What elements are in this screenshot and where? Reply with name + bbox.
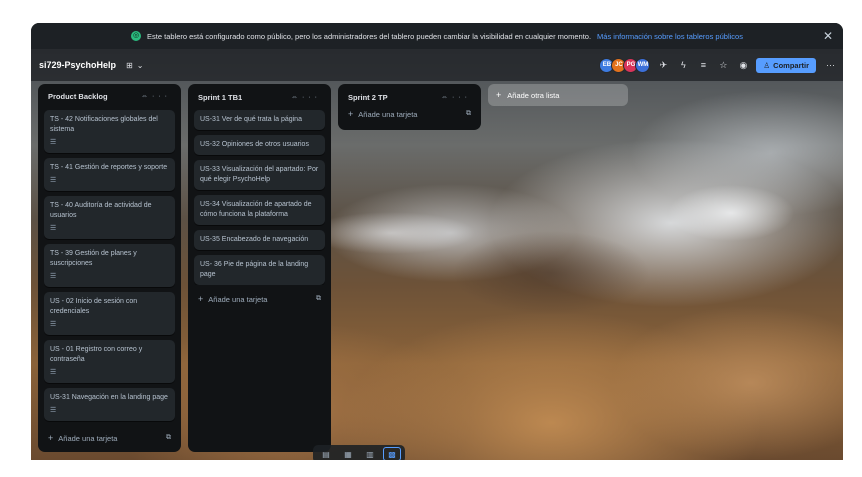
template-icon[interactable]: ⧉ [466, 110, 471, 118]
card[interactable]: US-34 Visualización de apartado de cómo … [194, 195, 325, 225]
visibility-icon[interactable]: ◉ [736, 60, 750, 71]
board-canvas: ◎ Este tablero está configurado como púb… [31, 23, 843, 460]
add-card-label: Añade una tarjeta [208, 294, 268, 304]
list-title[interactable]: Product Backlog [48, 92, 108, 101]
list-product-backlog: Product Backlog ⇔··· TS - 42 Notificacio… [38, 84, 181, 452]
member-avatars[interactable]: EB JC PG WM [599, 57, 651, 73]
filter-icon[interactable]: ≡ [696, 60, 710, 70]
list-title[interactable]: Sprint 2 TP [348, 93, 388, 102]
card-title: US- 36 Pie de página de la landing page [200, 261, 309, 278]
rocket-icon[interactable]: ✈ [656, 60, 670, 71]
description-icon: ☰ [50, 272, 57, 280]
public-board-banner: ◎ Este tablero está configurado como púb… [31, 23, 843, 49]
list-header: Sprint 1 TB1 ⇔··· [194, 90, 325, 104]
list-actions[interactable]: ⇔··· [141, 93, 171, 100]
list-sprint-1: Sprint 1 TB1 ⇔··· US-31 Ver de qué trata… [188, 84, 331, 452]
card[interactable]: US- 36 Pie de página de la landing page [194, 255, 325, 285]
card-container: US-31 Ver de qué trata la página US-32 O… [194, 110, 325, 285]
plus-icon: + [348, 109, 354, 119]
card-title: US - 02 Inicio de sesión con credenciale… [50, 297, 138, 315]
description-icon: ☰ [50, 138, 57, 146]
add-card-label: Añade una tarjeta [58, 433, 118, 443]
card[interactable]: TS - 41 Gestión de reportes y soporte ☰ [44, 157, 175, 191]
plus-icon: + [198, 294, 204, 304]
card[interactable]: TS - 42 Notificaciones globales del sist… [44, 109, 175, 153]
board-lists: Product Backlog ⇔··· TS - 42 Notificacio… [38, 84, 628, 452]
template-icon[interactable]: ⧉ [166, 434, 171, 442]
card-title: US-32 Opiniones de otros usuarios [200, 141, 309, 148]
card-title: US-33 Visualización del apartado: Por qu… [200, 166, 319, 183]
add-card-button[interactable]: + Añade una tarjeta ⧉ [194, 291, 325, 307]
card[interactable]: US-33 Visualización del apartado: Por qu… [194, 160, 325, 190]
card[interactable]: US-31 Navegación en la landing page ☰ [44, 387, 175, 421]
card-title: US-31 Navegación en la landing page [50, 393, 168, 401]
more-icon[interactable]: ··· [826, 60, 835, 70]
description-icon: ☰ [50, 406, 57, 414]
description-icon: ☰ [50, 224, 57, 232]
card-title: TS - 39 Gestión de planes y suscripcione… [50, 249, 137, 267]
card-title: US - 01 Registro con correo y contraseña [50, 345, 143, 363]
add-person-icon: ♙ [763, 60, 771, 70]
bolt-icon[interactable]: ϟ [676, 60, 690, 70]
card[interactable]: TS - 39 Gestión de planes y suscripcione… [44, 243, 175, 287]
banner-text: Este tablero está configurado como públi… [147, 31, 592, 41]
card[interactable]: US - 02 Inicio de sesión con credenciale… [44, 291, 175, 335]
description-icon: ☰ [50, 320, 57, 328]
add-list-label: Añade otra lista [507, 90, 560, 100]
inbox-icon[interactable]: ▤ [317, 447, 335, 460]
add-list-button[interactable]: + Añade otra lista [488, 84, 628, 106]
switch-boards-icon[interactable]: ▩ [383, 447, 401, 460]
card-container: TS - 42 Notificaciones globales del sist… [44, 109, 175, 424]
globe-icon: ◎ [131, 31, 142, 41]
close-icon[interactable]: ✕ [823, 29, 833, 43]
list-actions[interactable]: ⇔··· [291, 94, 321, 101]
card-title: US-31 Ver de qué trata la página [200, 116, 302, 123]
card[interactable]: TS - 40 Auditoría de actividad de usuari… [44, 195, 175, 239]
banner-link[interactable]: Más información sobre los tableros públi… [597, 32, 743, 41]
share-label: Compartir [773, 60, 809, 70]
list-sprint-2: Sprint 2 TP ⇔··· + Añade una tarjeta ⧉ [338, 84, 481, 130]
board-visibility-icon[interactable]: ⊞ [126, 61, 133, 70]
planner-icon[interactable]: ▦ [339, 447, 357, 460]
add-card-button[interactable]: + Añade una tarjeta ⧉ [344, 106, 475, 122]
card-title: US-34 Visualización de apartado de cómo … [200, 201, 312, 218]
card-title: TS - 41 Gestión de reportes y soporte [50, 163, 168, 171]
plus-icon: + [48, 433, 54, 444]
card-title: TS - 42 Notificaciones globales del sist… [50, 115, 158, 133]
card[interactable]: US-31 Ver de qué trata la página [194, 110, 325, 130]
star-icon[interactable]: ☆ [716, 60, 730, 71]
list-actions[interactable]: ⇔··· [441, 94, 471, 101]
share-button[interactable]: ♙ Compartir [756, 57, 816, 73]
template-icon[interactable]: ⧉ [316, 295, 321, 303]
list-header: Product Backlog ⇔··· [44, 90, 175, 104]
bottom-switcher: ▤ ▦ ▥ ▩ [313, 445, 405, 460]
add-card-label: Añade una tarjeta [358, 109, 418, 119]
card-title: US-35 Encabezado de navegación [200, 236, 309, 243]
list-header: Sprint 2 TP ⇔··· [344, 90, 475, 104]
description-icon: ☰ [50, 176, 57, 184]
card[interactable]: US - 01 Registro con correo y contraseña… [44, 339, 175, 383]
avatar[interactable]: WM [635, 57, 651, 73]
card-title: TS - 40 Auditoría de actividad de usuari… [50, 201, 152, 219]
board-name[interactable]: si729-PsychoHelp [39, 60, 116, 70]
plus-icon: + [496, 90, 502, 100]
card[interactable]: US-35 Encabezado de navegación [194, 230, 325, 250]
card[interactable]: US-32 Opiniones de otros usuarios [194, 135, 325, 155]
add-card-button[interactable]: + Añade una tarjeta ⧉ [44, 430, 175, 446]
board-icon[interactable]: ▥ [361, 447, 379, 460]
chevron-down-icon[interactable]: ⌄ [137, 61, 144, 70]
board-header: si729-PsychoHelp ⊞ ⌄ EB JC PG WM ✈ ϟ ≡ ☆… [31, 49, 843, 81]
list-title[interactable]: Sprint 1 TB1 [198, 93, 242, 102]
description-icon: ☰ [50, 368, 57, 376]
